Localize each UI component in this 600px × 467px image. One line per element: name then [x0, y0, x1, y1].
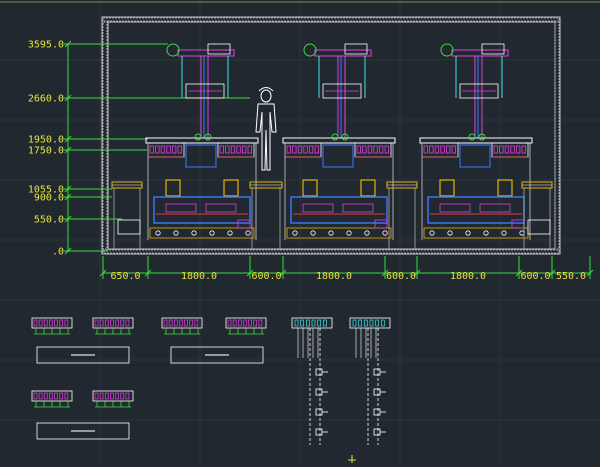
dimension-label: 650.0: [110, 271, 140, 282]
motor-icon: [440, 43, 454, 57]
detail-module: [92, 390, 134, 408]
wiring-schematic: [349, 317, 391, 445]
wiring-schematic: [291, 317, 333, 445]
cad-drawing[interactable]: 3595.0 2660.0 1950.0 1750.0 1055.0 900.0 550.0…: [0, 0, 600, 463]
dimension-label: 1800.0: [181, 271, 217, 282]
elevation-label: 1750.0: [28, 146, 64, 157]
dimension-label: 600.0: [251, 271, 281, 282]
detail-module: [31, 390, 73, 408]
detail-module: [161, 317, 203, 335]
elevation-label: 900.0: [34, 193, 64, 204]
elevation-label: .0: [52, 247, 64, 258]
elevation-label: 2660.0: [28, 94, 64, 105]
dimension-label: 600.0: [520, 271, 550, 282]
elevation-leaders: [64, 40, 250, 255]
motor-icon: [166, 43, 180, 57]
elevation-labels: 3595.02660.01950.01750.01055.0900.0550.0…: [28, 40, 64, 258]
dimension-label: 600.0: [386, 271, 416, 282]
motor-icon: [303, 43, 317, 57]
detail-module: [92, 317, 134, 335]
elevation-label: 550.0: [34, 215, 64, 226]
cursor-mark: [348, 455, 356, 463]
background-grid: [0, 0, 600, 463]
cad-canvas[interactable]: 3595.02660.01950.01750.01055.0900.0550.0…: [0, 0, 600, 463]
detail-module: [31, 317, 73, 335]
elevation-label: 1950.0: [28, 135, 64, 146]
equipment-units: [111, 43, 553, 250]
dimension-label: 1800.0: [450, 271, 486, 282]
human-figure-icon: [255, 87, 277, 171]
equipment-unit: [145, 43, 259, 240]
dimension-label: 550.0: [556, 271, 586, 282]
detail-drawings: [31, 317, 391, 445]
dimension-label: 1800.0: [316, 271, 352, 282]
detail-module: [225, 317, 267, 335]
equipment-unit: [419, 43, 533, 240]
building-frame: [101, 16, 561, 255]
elevation-label: 3595.0: [28, 40, 64, 51]
